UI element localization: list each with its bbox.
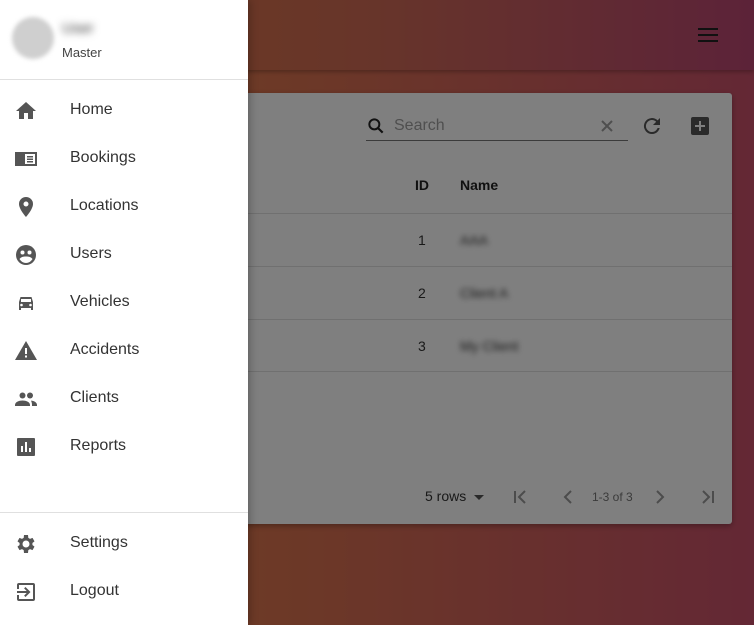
drawer-divider	[0, 512, 248, 513]
nav-item-label: Settings	[70, 534, 128, 551]
car-icon	[14, 291, 38, 315]
nav-item-logout[interactable]: Logout	[0, 568, 248, 616]
avatar	[12, 17, 54, 59]
user-profile[interactable]: User Master	[0, 0, 248, 80]
user-name: User	[62, 20, 94, 37]
nav-item-clients[interactable]: Clients	[0, 375, 248, 423]
logout-icon	[14, 580, 38, 604]
nav-item-vehicles[interactable]: Vehicles	[0, 279, 248, 327]
nav-item-locations[interactable]: Locations	[0, 183, 248, 231]
nav-item-users[interactable]: Users	[0, 231, 248, 279]
home-icon	[14, 99, 38, 123]
nav-item-bookings[interactable]: Bookings	[0, 135, 248, 183]
nav-item-label: Accidents	[70, 341, 140, 358]
gear-icon	[14, 532, 38, 556]
bookings-icon	[14, 147, 38, 171]
nav-item-label: Reports	[70, 437, 127, 454]
nav-item-accidents[interactable]: Accidents	[0, 327, 248, 375]
navigation-drawer: User Master Home Bookings Locations User…	[0, 0, 248, 625]
nav-item-label: Logout	[70, 582, 119, 599]
nav-item-label: Users	[70, 245, 112, 262]
nav-item-label: Clients	[70, 389, 119, 406]
warning-icon	[14, 339, 38, 363]
location-pin-icon	[14, 195, 38, 219]
users-icon	[14, 243, 38, 267]
nav-item-reports[interactable]: Reports	[0, 423, 248, 471]
nav-item-label: Home	[70, 101, 113, 118]
nav-item-label: Locations	[70, 197, 139, 214]
people-icon	[14, 387, 38, 411]
nav-item-home[interactable]: Home	[0, 87, 248, 135]
user-role: Master	[62, 45, 102, 60]
nav-item-settings[interactable]: Settings	[0, 520, 248, 568]
reports-icon	[14, 435, 38, 459]
nav-item-label: Bookings	[70, 149, 136, 166]
nav-item-label: Vehicles	[70, 293, 130, 310]
